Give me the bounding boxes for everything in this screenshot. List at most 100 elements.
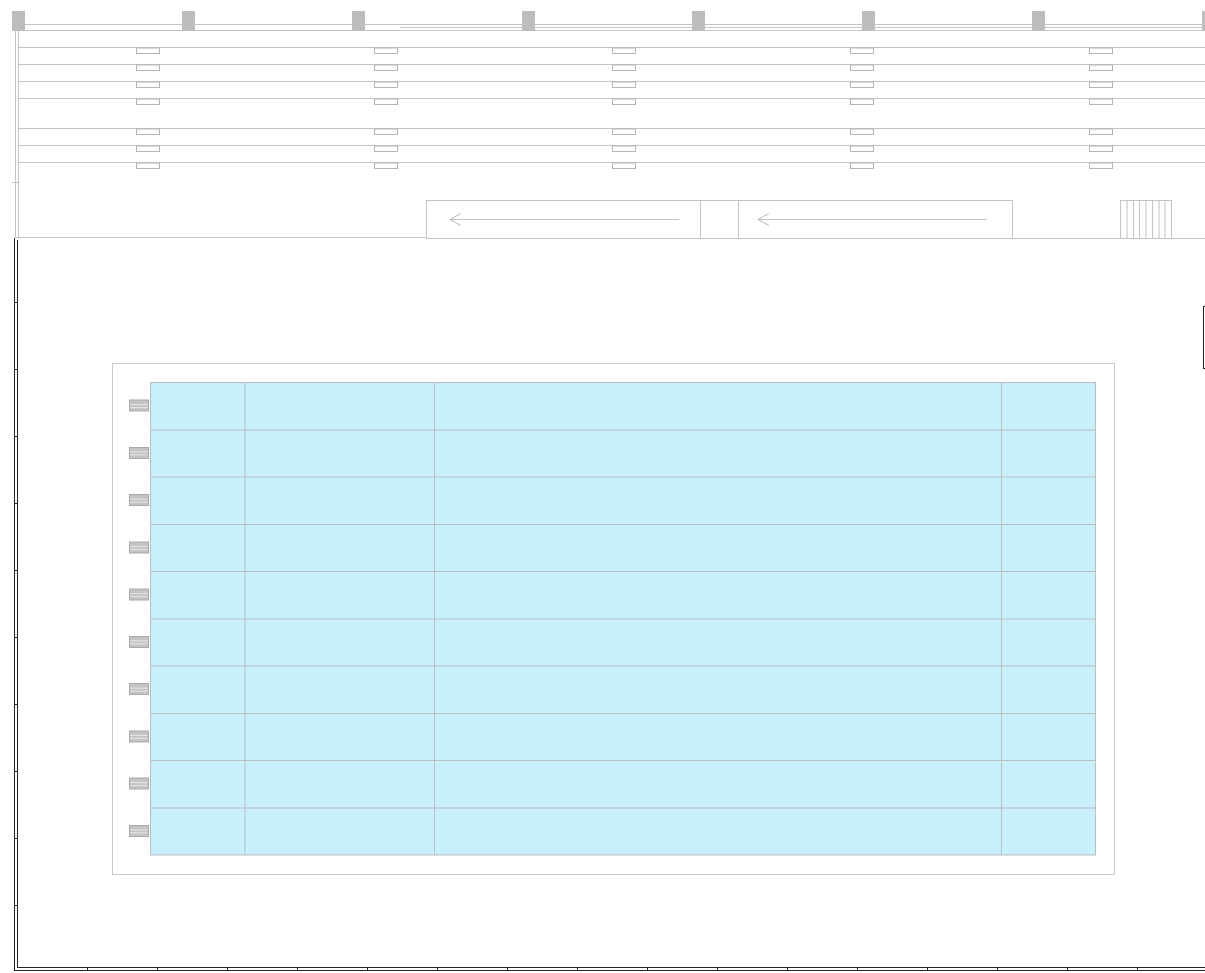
stub-4-2 <box>374 98 398 105</box>
pool-cell-8-2 <box>244 712 435 761</box>
stub-3-4 <box>850 81 874 88</box>
pool-cell-5-2 <box>244 571 435 620</box>
aisle-lines <box>18 47 1205 163</box>
pool-cell-5-4 <box>1001 571 1096 620</box>
starting-block-4 <box>129 541 149 554</box>
stub-7-3 <box>612 162 636 169</box>
pool-cell-1-4 <box>1001 382 1096 431</box>
stub-5-1 <box>136 128 160 135</box>
column-2 <box>182 11 195 31</box>
stub-7-5 <box>1089 162 1113 169</box>
pool-cell-4-4 <box>1001 523 1096 572</box>
pool-cell-6-1 <box>150 618 246 667</box>
pool-cell-4-1 <box>150 523 246 572</box>
pool-cell-8-1 <box>150 712 246 761</box>
stub-6-3 <box>612 145 636 152</box>
stub-6-4 <box>850 145 874 152</box>
pool-cell-2-2 <box>244 429 435 478</box>
starting-block-2 <box>129 446 149 459</box>
stub-1-4 <box>850 47 874 54</box>
stub-6-2 <box>374 145 398 152</box>
pool-cell-2-3 <box>434 429 1002 478</box>
stub-3-3 <box>612 81 636 88</box>
pool-cell-7-1 <box>150 665 246 714</box>
pool-cell-6-4 <box>1001 618 1096 667</box>
column-3 <box>352 11 365 31</box>
pool-cell-10-4 <box>1001 807 1096 856</box>
pool-cell-9-3 <box>434 760 1002 809</box>
pool-cell-8-3 <box>434 712 1002 761</box>
starting-block-10 <box>129 824 149 837</box>
stub-1-2 <box>374 47 398 54</box>
one-way-arrow-left <box>448 213 679 226</box>
parking-stubs <box>136 47 1113 169</box>
pool-cell-3-3 <box>434 476 1002 525</box>
stub-4-1 <box>136 98 160 105</box>
pool-cell-9-4 <box>1001 760 1096 809</box>
stub-6-1 <box>136 145 160 152</box>
pool-cell-1-1 <box>150 382 246 431</box>
pool-cell-3-4 <box>1001 476 1096 525</box>
column-5 <box>692 11 705 31</box>
pool-cell-1-3 <box>434 382 1002 431</box>
stub-6-5 <box>1089 145 1113 152</box>
pool-cell-6-3 <box>434 618 1002 667</box>
one-way-lane <box>426 200 1013 239</box>
stub-5-2 <box>374 128 398 135</box>
column-7 <box>1032 11 1045 31</box>
stub-4-3 <box>612 98 636 105</box>
pool-cell-4-3 <box>434 523 1002 572</box>
stub-2-2 <box>374 64 398 71</box>
column-1 <box>12 11 25 31</box>
floor-plan <box>12 11 1205 971</box>
pool-cell-7-3 <box>434 665 1002 714</box>
pool-cell-1-2 <box>244 382 435 431</box>
pool-cell-4-2 <box>244 523 435 572</box>
stub-4-4 <box>850 98 874 105</box>
starting-block-1 <box>129 399 149 412</box>
stub-1-5 <box>1089 47 1113 54</box>
stairway <box>1120 200 1172 239</box>
stub-2-1 <box>136 64 160 71</box>
starting-block-9 <box>129 777 149 790</box>
upper-left-boundary <box>12 31 19 238</box>
stub-4-5 <box>1089 98 1113 105</box>
pool-cell-3-2 <box>244 476 435 525</box>
starting-block-5 <box>129 588 149 601</box>
column-6 <box>862 11 875 31</box>
one-way-arrow-right <box>756 213 987 226</box>
stub-3-5 <box>1089 81 1113 88</box>
pool-cell-8-4 <box>1001 712 1096 761</box>
pool-cell-5-3 <box>434 571 1002 620</box>
stub-5-4 <box>850 128 874 135</box>
stub-2-3 <box>612 64 636 71</box>
starting-block-8 <box>129 730 149 743</box>
pool-cell-7-4 <box>1001 665 1096 714</box>
swimming-pool <box>150 382 1096 856</box>
stub-7-4 <box>850 162 874 169</box>
stub-3-1 <box>136 81 160 88</box>
pool-cell-2-1 <box>150 429 246 478</box>
column-4 <box>522 11 535 31</box>
pool-cell-2-4 <box>1001 429 1096 478</box>
starting-block-6 <box>129 635 149 648</box>
stub-1-1 <box>136 47 160 54</box>
pool-cell-10-1 <box>150 807 246 856</box>
pool-cell-9-2 <box>244 760 435 809</box>
stub-2-5 <box>1089 64 1113 71</box>
starting-block-7 <box>129 683 149 696</box>
pool-cell-5-1 <box>150 571 246 620</box>
stub-5-5 <box>1089 128 1113 135</box>
stub-2-4 <box>850 64 874 71</box>
pool-cell-9-1 <box>150 760 246 809</box>
starting-block-3 <box>129 494 149 507</box>
stub-7-2 <box>374 162 398 169</box>
pool-cell-7-2 <box>244 665 435 714</box>
stub-1-3 <box>612 47 636 54</box>
pool-cell-10-2 <box>244 807 435 856</box>
pool-cell-10-3 <box>434 807 1002 856</box>
stub-5-3 <box>612 128 636 135</box>
stub-7-1 <box>136 162 160 169</box>
pool-cell-6-2 <box>244 618 435 667</box>
pool-cell-3-1 <box>150 476 246 525</box>
